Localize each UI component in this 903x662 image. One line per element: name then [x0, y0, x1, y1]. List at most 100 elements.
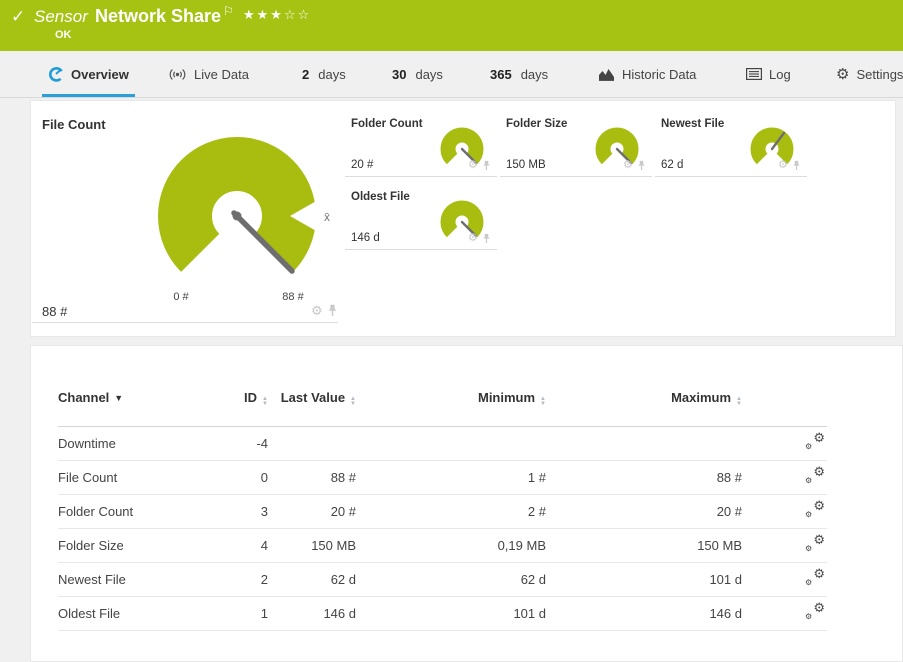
- table-row: Oldest File 1 146 d 101 d 146 d ⚙⚙: [58, 596, 827, 630]
- cell-channel: Folder Count: [58, 494, 208, 528]
- gear-icon[interactable]: ⚙: [468, 233, 478, 244]
- gauge-label-oldest-file: Oldest File: [351, 191, 410, 203]
- gauge-label-newest-file: Newest File: [661, 118, 724, 130]
- edit-channel-gears-icon[interactable]: ⚙⚙: [805, 569, 825, 586]
- cell-id: -4: [208, 426, 268, 460]
- column-header-id[interactable]: ID ▲▼: [208, 380, 268, 426]
- gauge-min-label: 0 #: [159, 291, 203, 303]
- sort-icon: ▲▼: [350, 397, 356, 407]
- flag-icon[interactable]: ⚐: [223, 4, 234, 18]
- tab-settings[interactable]: ⚙ Settings: [836, 51, 903, 97]
- cell-id: 1: [208, 596, 268, 630]
- gauge-value-folder-size: 150 MB: [506, 159, 546, 171]
- pin-icon[interactable]: [327, 304, 338, 317]
- tab-overview[interactable]: Overview: [48, 51, 129, 97]
- column-label: Maximum: [671, 390, 731, 405]
- cell-channel: Folder Size: [58, 528, 208, 562]
- tab-30-days[interactable]: 30 days: [392, 51, 443, 97]
- sort-icon: ▲▼: [262, 397, 268, 407]
- priority-stars[interactable]: ★★★☆☆: [243, 7, 311, 23]
- table-row: Downtime -4 ⚙⚙: [58, 426, 827, 460]
- gauge-value-file-count: 88 #: [42, 304, 67, 319]
- tab-historic-data[interactable]: Historic Data: [598, 51, 696, 97]
- pin-icon[interactable]: [482, 233, 491, 244]
- cell-maximum: 20 #: [546, 494, 742, 528]
- tab-label: Settings: [856, 67, 903, 82]
- tab-log[interactable]: Log: [746, 51, 791, 97]
- channel-table: Channel▼ ID ▲▼ Last Value ▲▼ Minimum▲▼ Max…: [58, 380, 827, 631]
- column-label: Last Value: [281, 390, 345, 405]
- gauge-label-file-count: File Count: [42, 117, 106, 132]
- log-list-icon: [746, 68, 762, 80]
- tab-365-days[interactable]: 365 days: [490, 51, 548, 97]
- area-chart-icon: [598, 67, 615, 81]
- cell-minimum: 62 d: [356, 562, 546, 596]
- gauge-actions: ⚙: [468, 160, 491, 171]
- sensor-title: Network Share: [95, 6, 221, 27]
- edit-channel-gears-icon[interactable]: ⚙⚙: [805, 603, 825, 620]
- cell-id: 4: [208, 528, 268, 562]
- gear-icon[interactable]: ⚙: [623, 160, 633, 171]
- tab-2-days[interactable]: 2 days: [302, 51, 346, 97]
- gauge-actions: ⚙: [778, 160, 801, 171]
- cell-minimum: 1 #: [356, 460, 546, 494]
- sort-desc-icon: ▼: [114, 393, 123, 403]
- table-row: Folder Count 3 20 # 2 # 20 # ⚙⚙: [58, 494, 827, 528]
- tab-unit: days: [318, 67, 345, 82]
- column-header-last-value[interactable]: Last Value ▲▼: [268, 380, 356, 426]
- tab-live-data[interactable]: Live Data: [168, 51, 249, 97]
- status-ok-check-icon: ✓: [11, 7, 25, 27]
- cell-last-value: 146 d: [268, 596, 356, 630]
- column-header-channel[interactable]: Channel▼: [58, 380, 208, 426]
- cell-last-value: [268, 426, 356, 460]
- cell-channel: Oldest File: [58, 596, 208, 630]
- tab-number: 365: [490, 67, 512, 82]
- cell-channel: Newest File: [58, 562, 208, 596]
- cell-id: 0: [208, 460, 268, 494]
- pin-icon[interactable]: [792, 160, 801, 171]
- pin-icon[interactable]: [637, 160, 646, 171]
- cell-divider: [345, 176, 497, 177]
- gauge-value-oldest-file: 146 d: [351, 232, 380, 244]
- cell-divider: [500, 176, 652, 177]
- cell-last-value: 88 #: [268, 460, 356, 494]
- sort-icon: ▲▼: [736, 397, 742, 407]
- prtg-sensor-page: ✓ Sensor Network Share ⚐ ★★★☆☆ OK Overvi…: [0, 0, 903, 662]
- tab-unit: days: [521, 67, 548, 82]
- table-row: Newest File 2 62 d 62 d 101 d ⚙⚙: [58, 562, 827, 596]
- column-label: ID: [244, 390, 257, 405]
- live-signal-icon: [168, 68, 187, 81]
- edit-channel-gears-icon[interactable]: ⚙⚙: [805, 501, 825, 518]
- cell-channel: Downtime: [58, 426, 208, 460]
- cell-divider: [345, 249, 497, 250]
- table-header-row: Channel▼ ID ▲▼ Last Value ▲▼ Minimum▲▼ Max…: [58, 380, 827, 426]
- tab-label: Live Data: [194, 67, 249, 82]
- gear-icon[interactable]: ⚙: [311, 304, 323, 317]
- gauge-max-label: 88 #: [271, 291, 315, 303]
- cell-minimum: [356, 426, 546, 460]
- gauge-actions: ⚙: [468, 233, 491, 244]
- table-row: Folder Size 4 150 MB 0,19 MB 150 MB ⚙⚙: [58, 528, 827, 562]
- edit-channel-gears-icon[interactable]: ⚙⚙: [805, 433, 825, 450]
- gear-icon: ⚙: [836, 67, 849, 82]
- edit-channel-gears-icon[interactable]: ⚙⚙: [805, 535, 825, 552]
- cell-maximum: 101 d: [546, 562, 742, 596]
- edit-channel-gears-icon[interactable]: ⚙⚙: [805, 467, 825, 484]
- cell-divider: [32, 322, 338, 323]
- tab-bar: Overview Live Data 2 days 30 days 365 da…: [0, 51, 903, 98]
- column-header-minimum[interactable]: Minimum▲▼: [356, 380, 546, 426]
- column-header-maximum[interactable]: Maximum ▲▼: [546, 380, 742, 426]
- cell-maximum: 150 MB: [546, 528, 742, 562]
- gauge-actions: ⚙: [311, 304, 338, 317]
- gear-icon[interactable]: ⚙: [468, 160, 478, 171]
- pin-icon[interactable]: [482, 160, 491, 171]
- cell-last-value: 150 MB: [268, 528, 356, 562]
- gear-icon[interactable]: ⚙: [778, 160, 788, 171]
- tab-label: Log: [769, 67, 791, 82]
- cell-maximum: 146 d: [546, 596, 742, 630]
- cell-last-value: 62 d: [268, 562, 356, 596]
- cell-id: 3: [208, 494, 268, 528]
- object-kind-label: Sensor: [34, 7, 88, 27]
- cell-minimum: 2 #: [356, 494, 546, 528]
- tab-label: Overview: [71, 67, 129, 82]
